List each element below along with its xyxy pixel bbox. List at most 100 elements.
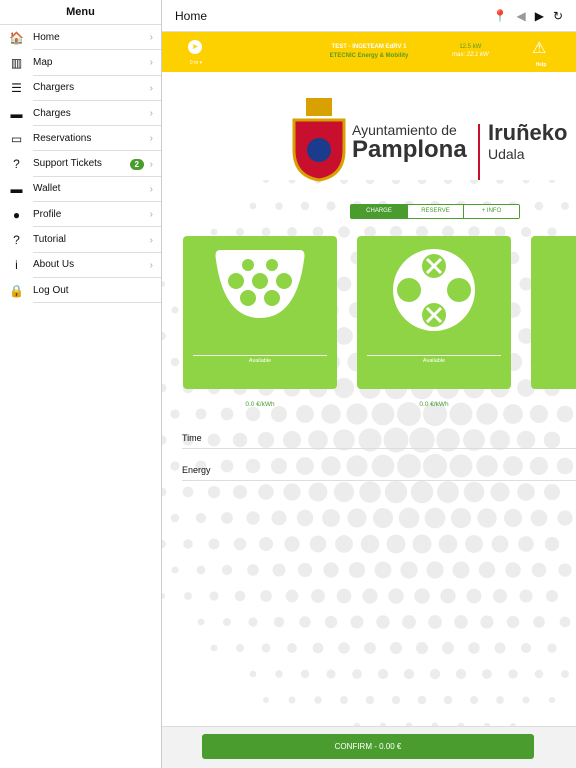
pattern-dot xyxy=(336,276,352,292)
pattern-dot xyxy=(443,180,453,185)
pattern-dot xyxy=(170,357,180,367)
menu-title: Menu xyxy=(0,0,161,25)
pattern-dot xyxy=(429,668,441,680)
chevron-right-icon: › xyxy=(149,108,153,120)
pattern-dot xyxy=(222,617,232,627)
refresh-icon[interactable]: ↻ xyxy=(553,9,563,23)
pattern-dot xyxy=(391,180,401,185)
pattern-dot xyxy=(338,226,350,238)
connector-card[interactable]: Available xyxy=(357,236,511,389)
pattern-dot xyxy=(308,482,328,502)
sidebar-item-label: Home xyxy=(33,25,161,51)
pattern-dot xyxy=(480,615,494,629)
count-badge: 2 xyxy=(129,158,144,170)
pattern-dot xyxy=(468,642,480,654)
tab-charge[interactable]: CHARGE xyxy=(351,205,407,218)
pattern-dot xyxy=(364,642,376,654)
back-icon[interactable]: ◀ xyxy=(516,9,525,23)
pattern-dot xyxy=(258,536,274,552)
warning-icon[interactable]: ⚠ xyxy=(532,38,546,58)
pattern-dot xyxy=(529,404,549,424)
pattern-dot xyxy=(275,670,283,678)
pattern-dot xyxy=(283,483,301,501)
pattern-dot xyxy=(388,588,404,604)
chademo-connector-icon xyxy=(393,249,475,331)
pattern-dot xyxy=(220,407,234,421)
station-bar[interactable]: ➤ 0 m ▾ TEST - INGETEAM EdRV 1 ETECNIC En… xyxy=(162,32,576,72)
station-operator: ETECNIC Energy & Mobility xyxy=(329,53,409,59)
pattern-dot xyxy=(333,481,355,503)
pattern-dot xyxy=(412,534,432,554)
pattern-dot xyxy=(312,642,324,654)
pattern-dot xyxy=(347,508,367,528)
pattern-dot xyxy=(450,507,472,529)
tab-info[interactable]: + INFO xyxy=(463,205,519,218)
location-icon[interactable]: 📍 xyxy=(493,9,508,23)
connector-card[interactable] xyxy=(531,236,576,389)
time-field[interactable]: Time xyxy=(182,427,576,449)
sidebar-item-about-us[interactable]: i About Us › xyxy=(0,253,161,278)
pattern-dot xyxy=(287,643,297,653)
sidebar-item-map[interactable]: ▥ Map › xyxy=(0,50,161,76)
chevron-right-icon: › xyxy=(149,133,153,145)
pattern-dot xyxy=(171,566,179,574)
pattern-dot xyxy=(398,507,420,529)
pattern-dot xyxy=(234,590,246,602)
pattern-dot xyxy=(454,615,468,629)
pattern-dot xyxy=(544,536,560,552)
pattern-dot xyxy=(491,535,509,553)
pattern-dot xyxy=(403,668,415,680)
sidebar-item-support-tickets[interactable]: ? Support Tickets 2 › xyxy=(0,151,161,177)
pattern-dot xyxy=(300,669,310,679)
pattern-dot xyxy=(326,669,336,679)
pattern-dot xyxy=(258,484,274,500)
pattern-dot xyxy=(424,507,446,529)
pattern-dot xyxy=(162,592,166,600)
sidebar-item-reservations[interactable]: ▭ Reservations › xyxy=(0,126,161,152)
page-title: Home xyxy=(175,8,208,23)
forward-icon[interactable]: ▶ xyxy=(535,9,544,23)
pattern-dot xyxy=(171,306,179,314)
sidebar-item-profile[interactable]: ● Profile › xyxy=(0,202,161,228)
pattern-dot xyxy=(184,592,192,600)
pattern-dot xyxy=(272,563,286,577)
pattern-dot xyxy=(534,201,544,211)
info-icon: i xyxy=(15,258,18,273)
sidebar-item-log-out[interactable]: 🔒 Log Out xyxy=(0,278,161,304)
pattern-dot xyxy=(233,537,247,551)
pattern-dot xyxy=(162,383,167,393)
pattern-dot xyxy=(299,616,311,628)
confirm-button[interactable]: CONFIRM - 0.00 € xyxy=(202,734,534,759)
pattern-dot xyxy=(496,180,504,184)
sidebar-item-home[interactable]: 🏠 Home › xyxy=(0,25,161,51)
pattern-dot xyxy=(311,589,325,603)
home-icon: 🏠 xyxy=(9,30,24,45)
pattern-dot xyxy=(273,616,285,628)
calendar-icon: ▭ xyxy=(10,131,23,146)
connector-card[interactable]: Available xyxy=(183,236,337,389)
pattern-dot xyxy=(232,484,248,500)
pattern-dot xyxy=(463,481,485,503)
tab-reserve[interactable]: RESERVE xyxy=(407,205,463,218)
pattern-dot xyxy=(360,534,380,554)
pattern-dot xyxy=(415,641,429,655)
pattern-dot xyxy=(508,669,518,679)
map-icon: ▥ xyxy=(10,55,23,70)
energy-field[interactable]: Energy xyxy=(182,459,576,481)
pattern-dot xyxy=(417,695,427,705)
pattern-dot xyxy=(207,485,221,499)
pattern-dot xyxy=(362,588,378,604)
sidebar-item-wallet[interactable]: ▬ Wallet › xyxy=(0,177,161,203)
pattern-dot xyxy=(339,695,349,705)
sidebar-item-chargers[interactable]: ☰ Chargers › xyxy=(0,76,161,101)
help-label[interactable]: Help xyxy=(528,62,554,68)
pattern-dot xyxy=(365,180,375,185)
chevron-right-icon: › xyxy=(149,234,153,246)
pattern-dot xyxy=(196,565,206,575)
pattern-dot xyxy=(533,616,545,628)
sidebar-item-charges[interactable]: ▬ Charges › xyxy=(0,101,161,127)
connector-price: 0.0 €/kWh xyxy=(245,401,275,408)
sidebar-item-tutorial[interactable]: ? Tutorial › xyxy=(0,227,161,253)
pattern-dot xyxy=(400,561,418,579)
pattern-dot xyxy=(556,405,574,423)
